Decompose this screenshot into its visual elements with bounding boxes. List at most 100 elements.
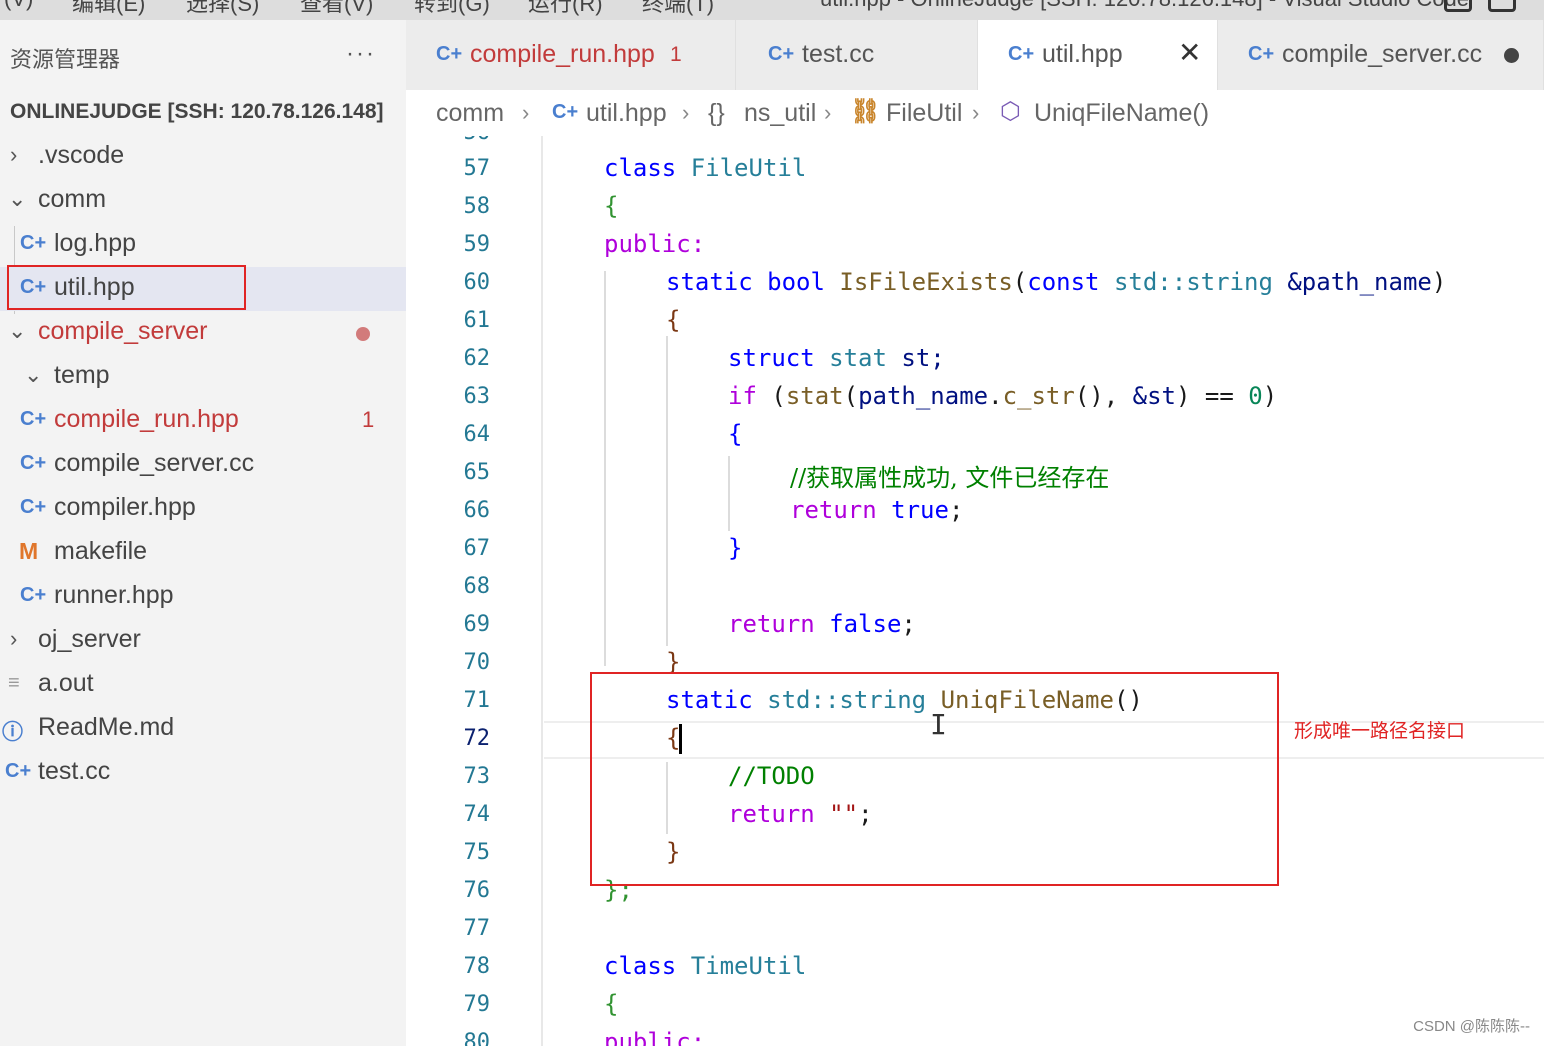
explorer-sidebar: 资源管理器 ··· ONLINEJUDGE [SSH: 120.78.126.1…: [0, 20, 406, 1046]
menu-edit[interactable]: 编辑(E): [72, 0, 145, 18]
tree-file-compile-run-hpp[interactable]: C+ compile_run.hpp 1: [0, 399, 406, 443]
tree-folder-oj-server[interactable]: › oj_server: [0, 619, 406, 663]
code-token: false: [829, 610, 902, 638]
code-token: ): [1431, 268, 1447, 296]
window-title: util.hpp - OnlineJudge [SSH: 120.78.126.…: [820, 0, 1469, 12]
breadcrumb-file[interactable]: util.hpp: [586, 99, 667, 128]
layout-panel-icon[interactable]: [1488, 0, 1516, 12]
tree-label: ReadMe.md: [38, 713, 175, 741]
code-token: {: [728, 420, 743, 448]
text-file-icon: ≡: [8, 672, 20, 694]
breadcrumb-class[interactable]: FileUtil: [886, 99, 962, 128]
tree-file-readme[interactable]: ⓘ ReadMe.md: [0, 707, 406, 751]
line-number: 62: [463, 346, 491, 371]
cpp-file-icon: C+: [20, 452, 47, 474]
breadcrumb-method[interactable]: UniqFileName(): [1034, 99, 1209, 128]
menu-terminal[interactable]: 终端(T): [642, 0, 714, 18]
tab-compile-server-cc[interactable]: C+ compile_server.cc: [1218, 20, 1544, 90]
code-comment: //获取属性成功, 文件已经存在: [790, 464, 1110, 492]
watermark: CSDN @陈陈陈--: [1413, 1018, 1530, 1035]
tree-folder-comm[interactable]: ⌄ comm: [0, 179, 406, 223]
menu-selection[interactable]: 选择(S): [186, 0, 259, 18]
chevron-right-icon: ›: [10, 626, 18, 651]
tree-label: temp: [54, 361, 110, 389]
menu-goto[interactable]: 转到(G): [414, 0, 490, 18]
chevron-right-icon: ›: [824, 100, 832, 125]
line-number: 76: [463, 878, 491, 903]
code-token: bool: [767, 268, 825, 296]
line-number: 74: [463, 802, 491, 827]
tab-label: compile_run.hpp: [470, 40, 655, 68]
menu-view-partial[interactable]: (V): [4, 0, 33, 12]
unsaved-dot-icon[interactable]: [1504, 48, 1519, 63]
line-number: 80: [463, 1030, 491, 1046]
line-number: 79: [463, 992, 491, 1017]
code-token: (: [771, 382, 786, 410]
code-line: 77: [406, 910, 1544, 948]
tree-file-log-hpp[interactable]: C+ log.hpp: [0, 223, 406, 267]
line-number: 70: [463, 650, 491, 675]
more-actions-icon[interactable]: ···: [346, 40, 376, 68]
breadcrumb-folder[interactable]: comm: [436, 99, 504, 128]
menu-run[interactable]: 运行(R): [528, 0, 603, 18]
tab-compile-run-hpp[interactable]: C+ compile_run.hpp 1: [406, 20, 736, 90]
tree-file-makefile[interactable]: M makefile: [0, 531, 406, 575]
tree-folder-temp[interactable]: ⌄ temp: [0, 355, 406, 399]
code-line: 79 {: [406, 986, 1544, 1024]
code-token: const: [1027, 268, 1100, 296]
tree-label: compile_run.hpp: [54, 405, 239, 433]
code-token: 0: [1248, 382, 1263, 410]
layout-toggle-icon[interactable]: [1444, 0, 1472, 12]
tab-label: util.hpp: [1042, 40, 1123, 68]
code-token: TimeUtil: [690, 952, 807, 980]
breadcrumb-namespace[interactable]: ns_util: [744, 99, 816, 128]
line-number: 60: [463, 270, 491, 295]
tree-folder-vscode[interactable]: › .vscode: [0, 135, 406, 179]
tab-label: compile_server.cc: [1282, 40, 1483, 68]
info-icon: ⓘ: [2, 721, 23, 744]
code-line: 68: [406, 568, 1544, 606]
method-icon: ⬡: [1000, 98, 1021, 125]
code-token: st;: [901, 344, 945, 372]
tree-label: runner.hpp: [54, 581, 174, 609]
line-number: 67: [463, 536, 491, 561]
tab-test-cc[interactable]: C+ test.cc: [736, 20, 978, 90]
line-number: 57: [463, 156, 491, 181]
cpp-file-icon: C+: [5, 760, 32, 782]
cpp-file-icon: C+: [768, 43, 795, 65]
close-icon[interactable]: ✕: [1178, 36, 1201, 69]
menu-bar: (V) 编辑(E) 选择(S) 查看(V) 转到(G) 运行(R) 终端(T) …: [0, 0, 1544, 20]
code-token: ==: [1204, 382, 1234, 410]
cpp-file-icon: C+: [20, 232, 47, 254]
code-token: {: [604, 192, 619, 220]
code-token: (: [843, 382, 859, 410]
tree-file-a-out[interactable]: ≡ a.out: [0, 663, 406, 707]
code-editor[interactable]: 56 57 class FileUtil 58 { 59 public: 60 …: [406, 136, 1544, 1046]
annotation-label: 形成唯一路径名接口: [1294, 721, 1466, 742]
chevron-down-icon: ⌄: [8, 186, 27, 211]
tree-file-compiler-hpp[interactable]: C+ compiler.hpp: [0, 487, 406, 531]
tree-folder-compile-server[interactable]: ⌄ compile_server: [0, 311, 406, 355]
tree-file-runner-hpp[interactable]: C+ runner.hpp: [0, 575, 406, 619]
tree-label: test.cc: [38, 757, 111, 785]
explorer-title: 资源管理器: [10, 47, 121, 72]
tree-file-compile-server-cc[interactable]: C+ compile_server.cc: [0, 443, 406, 487]
cpp-file-icon: C+: [436, 43, 463, 65]
workspace-root[interactable]: ONLINEJUDGE [SSH: 120.78.126.148]: [10, 100, 384, 124]
code-token: &st: [1132, 382, 1176, 410]
code-token: &path_name: [1287, 268, 1432, 296]
tree-file-test-cc[interactable]: C+ test.cc: [0, 751, 406, 795]
line-number: 66: [463, 498, 491, 523]
tab-util-hpp[interactable]: C+ util.hpp ✕: [978, 20, 1218, 90]
tree-label: log.hpp: [54, 229, 137, 257]
menu-view[interactable]: 查看(V): [300, 0, 373, 18]
line-number: 59: [463, 232, 491, 257]
code-line: 58 {: [406, 188, 1544, 226]
chevron-right-icon: ›: [10, 142, 18, 167]
tree-label: .vscode: [38, 141, 125, 169]
code-token: {: [604, 990, 619, 1018]
code-token: stat: [785, 382, 844, 410]
code-token: }: [728, 534, 743, 562]
editor-tab-bar: C+ compile_run.hpp 1 C+ test.cc C+ util.…: [406, 20, 1544, 90]
code-token: ): [1262, 382, 1278, 410]
